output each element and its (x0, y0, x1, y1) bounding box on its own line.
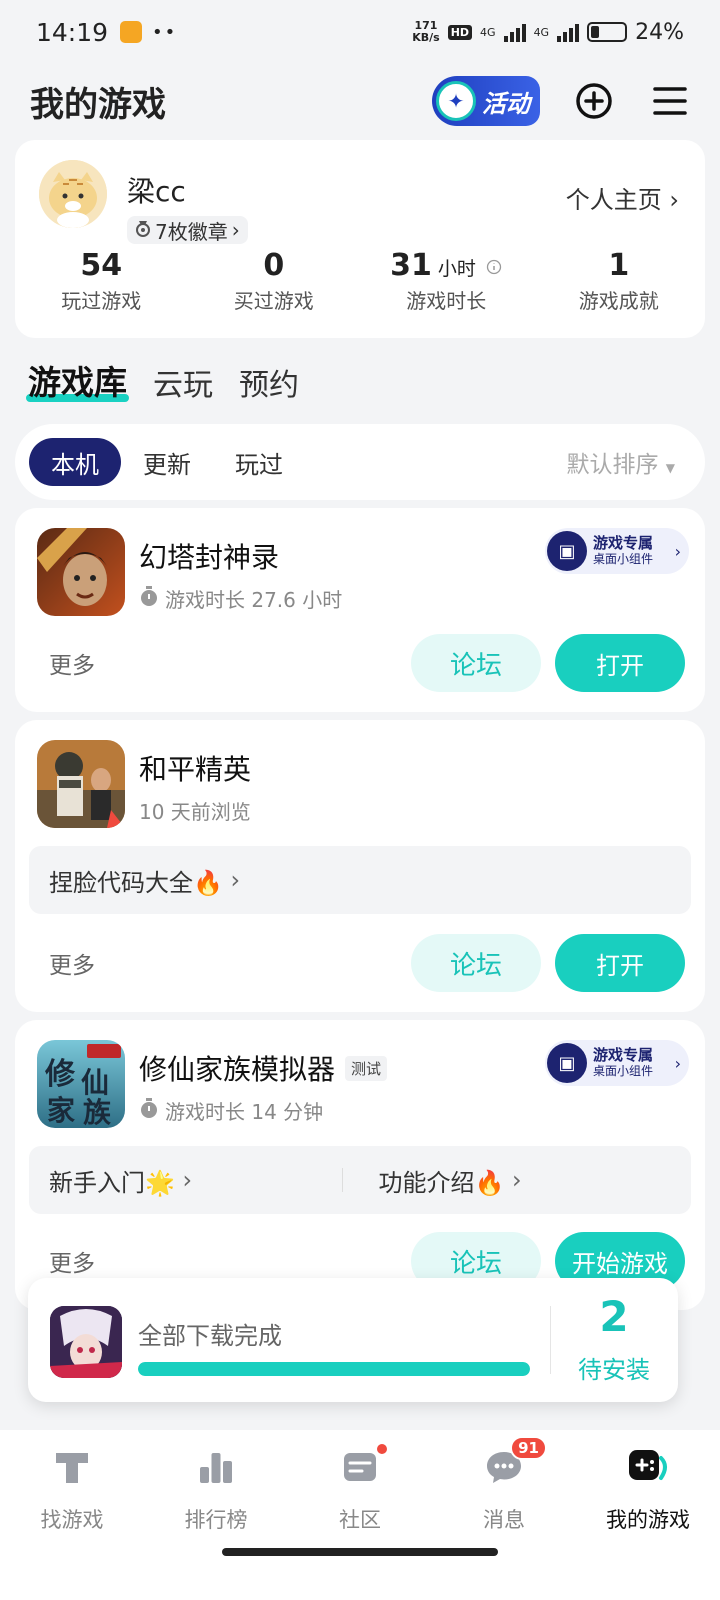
nav-find-games[interactable]: 找游戏 (0, 1444, 144, 1600)
my-games-icon (625, 1444, 671, 1490)
message-icon: 91 (481, 1436, 547, 1490)
svg-text:修: 修 (44, 1057, 76, 1092)
game-title: 和平精英 (139, 753, 252, 786)
chevron-right-icon: › (512, 1166, 522, 1194)
game-card[interactable]: 修 仙 家 族 修仙家族模拟器 测试 游戏时长 14 分钟 ▣ 游戏专属 桌面小组… (15, 1020, 705, 1310)
stat-played-games[interactable]: 54 玩过游戏 (15, 248, 188, 314)
info-icon[interactable] (486, 248, 502, 283)
username: 梁cc (127, 175, 186, 208)
nav-messages[interactable]: 91 消息 (432, 1436, 576, 1600)
chevron-right-icon: › (230, 866, 241, 894)
guide-links: 新手入门🌟 › 功能介绍🔥 › (29, 1146, 691, 1214)
filter-local[interactable]: 本机 (29, 438, 121, 486)
feature-intro-link[interactable]: 功能介绍🔥 › (379, 1163, 672, 1198)
filter-played[interactable]: 玩过 (213, 438, 305, 486)
status-time: 14:19 (36, 17, 109, 47)
more-notifications-icon: •• (152, 21, 178, 43)
game-card[interactable]: 和平精英 10 天前浏览 捏脸代码大全🔥 › 更多 论坛 打开 (15, 720, 705, 1012)
medal-icon (135, 218, 151, 242)
nav-ranking[interactable]: 排行榜 (144, 1444, 288, 1600)
stopwatch-icon (139, 585, 159, 612)
stat-play-time[interactable]: 31 小时 游戏时长 (360, 248, 533, 314)
game-playtime: 游戏时长 14 分钟 (139, 1096, 323, 1125)
chevron-right-icon: › (674, 1053, 681, 1073)
game-playtime: 游戏时长 27.6 小时 (139, 584, 342, 613)
hd-icon: HD (447, 24, 473, 40)
home-indicator[interactable] (222, 1548, 498, 1556)
download-progress-bar (138, 1362, 530, 1376)
network-speed: 171 KB/s (412, 19, 440, 44)
tab-cloud-play[interactable]: 云玩 (153, 360, 213, 404)
game-icon (37, 740, 125, 828)
find-game-icon (49, 1444, 95, 1490)
stat-bought-games[interactable]: 0 买过游戏 (188, 248, 361, 314)
page-header: 我的游戏 ✦ 活动 (0, 70, 720, 132)
battery-percent: 24% (635, 19, 684, 45)
page-title: 我的游戏 (30, 84, 166, 125)
download-status-bar[interactable]: 全部下载完成 2 待安装 (28, 1278, 678, 1402)
tab-reservation[interactable]: 预约 (239, 360, 299, 404)
filter-updates[interactable]: 更新 (121, 438, 213, 486)
library-tabs: 游戏库 云玩 预约 (26, 356, 299, 404)
notification-app-icon (120, 21, 143, 43)
status-bar: 14:19 •• 171 KB/s HD 4G 4G 24% (36, 17, 684, 47)
menu-icon[interactable] (650, 81, 690, 121)
avatar[interactable] (39, 160, 107, 228)
more-button[interactable]: 更多 (49, 946, 95, 980)
battery-icon (587, 22, 628, 42)
gamepad-icon: ▣ (547, 1043, 587, 1083)
forum-button[interactable]: 论坛 (411, 934, 541, 992)
signal-icon (503, 22, 526, 42)
more-button[interactable]: 更多 (49, 646, 95, 680)
game-card[interactable]: 幻塔封神录 游戏时长 27.6 小时 ▣ 游戏专属 桌面小组件 › 更多 论坛 打… (15, 508, 705, 712)
profile-card: 梁cc 7枚徽章 › 个人主页 › 54 玩过游戏 0 买过游戏 31 小时 游戏… (15, 140, 705, 338)
svg-text:仙: 仙 (81, 1066, 109, 1099)
game-icon: 修 仙 家 族 (37, 1040, 125, 1128)
svg-text:家: 家 (47, 1094, 75, 1127)
chevron-right-icon: › (182, 1166, 193, 1194)
chevron-right-icon: › (674, 541, 681, 561)
stopwatch-icon (139, 1097, 159, 1124)
badges-button[interactable]: 7枚徽章 › (127, 216, 248, 244)
beginner-guide-link[interactable]: 新手入门🌟 › (49, 1163, 342, 1198)
profile-stats: 54 玩过游戏 0 买过游戏 31 小时 游戏时长 1 游戏成就 (15, 248, 705, 314)
desktop-widget-button[interactable]: ▣ 游戏专属 桌面小组件 › (545, 528, 689, 574)
notification-dot (375, 1442, 389, 1456)
ranking-icon (193, 1444, 239, 1490)
pending-install-count: 2 (599, 1292, 629, 1341)
signal-icon (557, 22, 580, 42)
bottom-navigation: 找游戏 排行榜 社区 91 消息 我的游戏 (0, 1430, 720, 1600)
profile-homepage-link[interactable]: 个人主页 › (566, 180, 679, 215)
chevron-right-icon: › (669, 186, 679, 214)
chevron-right-icon: › (231, 218, 240, 242)
game-last-viewed: 10 天前浏览 (139, 800, 251, 824)
nav-community[interactable]: 社区 (288, 1442, 432, 1600)
add-icon[interactable] (574, 81, 614, 121)
filter-bar: 本机 更新 玩过 默认排序 ▼ (15, 424, 705, 500)
open-button[interactable]: 打开 (555, 634, 685, 692)
caret-down-icon: ▼ (665, 461, 675, 475)
guide-link[interactable]: 捏脸代码大全🔥 › (29, 846, 691, 914)
tab-game-library[interactable]: 游戏库 (26, 356, 129, 404)
stat-achievements[interactable]: 1 游戏成就 (533, 248, 706, 314)
game-icon (37, 528, 125, 616)
more-button[interactable]: 更多 (49, 1244, 95, 1278)
activity-button[interactable]: ✦ 活动 (432, 76, 540, 126)
desktop-widget-button[interactable]: ▣ 游戏专属 桌面小组件 › (545, 1040, 689, 1086)
game-title: 幻塔封神录 (139, 541, 280, 574)
game-title: 修仙家族模拟器 测试 (139, 1048, 388, 1088)
forum-button[interactable]: 论坛 (411, 634, 541, 692)
community-icon (337, 1442, 389, 1490)
sort-dropdown[interactable]: 默认排序 ▼ (566, 445, 675, 479)
pending-install-label: 待安装 (578, 1356, 650, 1384)
message-count-badge: 91 (510, 1436, 547, 1460)
downloaded-game-icon (50, 1306, 122, 1378)
nav-my-games[interactable]: 我的游戏 (576, 1444, 720, 1600)
activity-logo-icon: ✦ (436, 81, 476, 121)
test-tag: 测试 (345, 1055, 388, 1081)
download-status-text: 全部下载完成 (138, 1322, 282, 1350)
gamepad-icon: ▣ (547, 531, 587, 571)
open-button[interactable]: 打开 (555, 934, 685, 992)
svg-text:族: 族 (83, 1096, 112, 1128)
